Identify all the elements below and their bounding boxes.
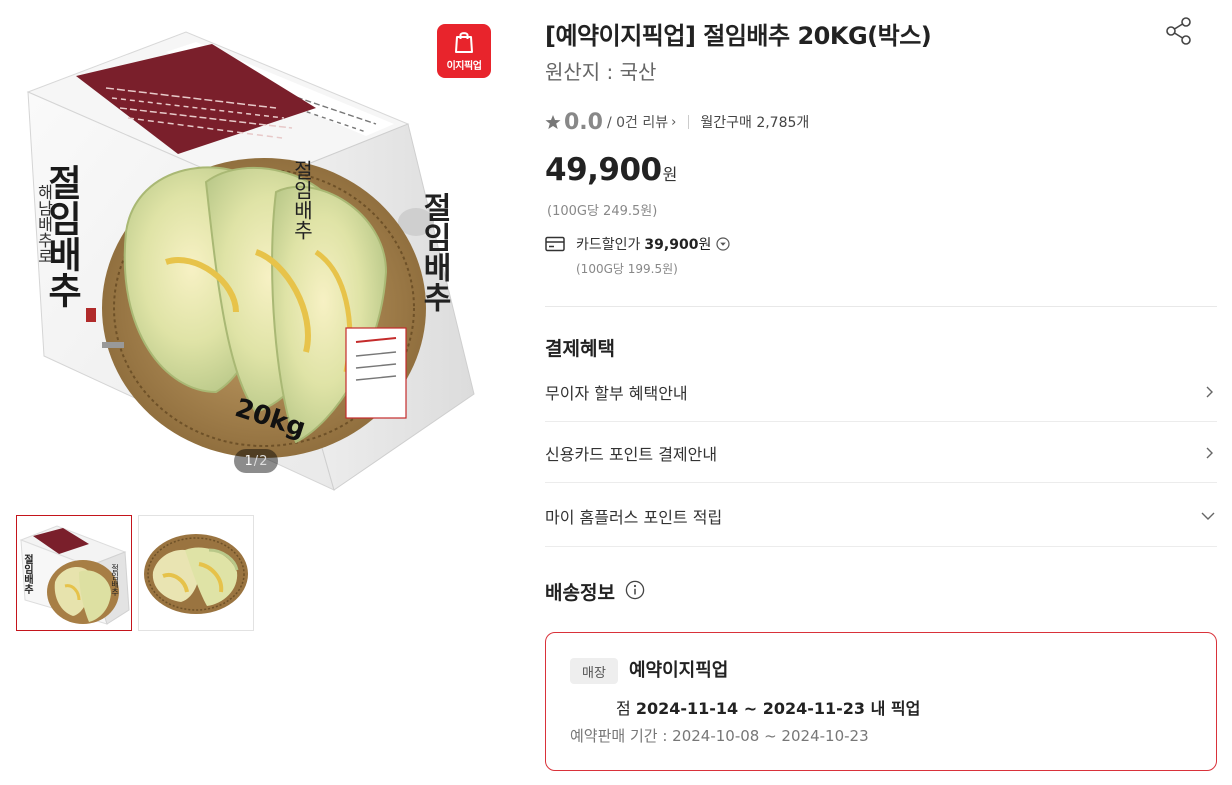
box-side-brand: 절임배추 bbox=[417, 192, 452, 312]
payment-benefits-title: 결제혜택 bbox=[545, 338, 615, 360]
chevron-right-icon bbox=[1206, 447, 1213, 458]
section-divider bbox=[545, 306, 1217, 307]
badge-label: 이지픽업 bbox=[446, 61, 482, 72]
benefit-installment[interactable]: 무이자 할부 혜택안내 bbox=[545, 362, 1217, 422]
card-discount-currency: 원 bbox=[698, 237, 712, 253]
delivery-info-title: 배송정보 bbox=[545, 582, 615, 604]
thumbnail-list: 절임배추 절임배추 bbox=[16, 515, 254, 631]
card-discount-row: 카드할인가 39,900원 bbox=[545, 234, 730, 254]
thumbnail-basket[interactable] bbox=[138, 515, 254, 631]
thumbnail-basket-image bbox=[144, 534, 248, 614]
thumbnail-box-image: 절임배추 절임배추 bbox=[19, 525, 130, 625]
svg-text:해남배추로: 해남배추로 bbox=[35, 184, 54, 264]
svg-text:절임배추: 절임배추 bbox=[111, 564, 120, 597]
rating-value: 0.0 bbox=[564, 109, 603, 135]
pickup-date-range: 2024-11-14 ~ 2024-11-23 내 픽업 bbox=[635, 699, 921, 718]
review-link[interactable]: / 0건 리뷰 › bbox=[607, 112, 676, 132]
product-gallery: 절임배추 절임배추 해남배추로 절임배추 20kg 이지픽업 1 / 2 bbox=[16, 12, 508, 504]
store-tag: 매장 bbox=[570, 658, 618, 684]
card-discount-value: 39,900 bbox=[644, 237, 699, 253]
product-origin: 원산지 : 국산 bbox=[545, 60, 657, 84]
benefit-homeplus-points[interactable]: 마이 홈플러스 포인트 적립 bbox=[545, 485, 1217, 547]
divider bbox=[688, 115, 690, 129]
easy-pickup-badge: 이지픽업 bbox=[437, 24, 491, 78]
reservation-sale-period: 예약판매 기간 : 2024-10-08 ~ 2024-10-23 bbox=[570, 727, 869, 745]
sale-price: 49,900 bbox=[545, 152, 662, 188]
star-icon bbox=[545, 115, 561, 129]
card-discount-label: 카드할인가 bbox=[576, 237, 641, 253]
info-icon[interactable] bbox=[625, 580, 645, 600]
benefit-card-points[interactable]: 신용카드 포인트 결제안내 bbox=[545, 423, 1217, 483]
pickup-option-card[interactable]: 매장 예약이지픽업 점 2024-11-14 ~ 2024-11-23 내 픽업… bbox=[545, 632, 1217, 771]
pickup-name: 예약이지픽업 bbox=[629, 660, 729, 681]
pager-separator: / bbox=[253, 453, 259, 469]
chevron-down-circle-icon[interactable] bbox=[716, 237, 730, 251]
price-currency: 원 bbox=[662, 165, 678, 184]
card-unit-price: (100G당 199.5원) bbox=[576, 262, 678, 276]
card-discount-price: 39,900원 bbox=[644, 234, 711, 254]
product-main-image[interactable]: 절임배추 절임배추 해남배추로 절임배추 20kg bbox=[16, 12, 508, 504]
review-count: / 0건 리뷰 bbox=[606, 115, 669, 131]
unit-price: (100G당 249.5원) bbox=[547, 204, 658, 219]
thumbnail-box[interactable]: 절임배추 절임배추 bbox=[16, 515, 132, 631]
benefit-label: 마이 홈플러스 포인트 적립 bbox=[545, 507, 723, 527]
monthly-sales: 월간구매 2,785개 bbox=[700, 115, 810, 131]
credit-card-icon bbox=[545, 236, 565, 252]
benefit-label: 신용카드 포인트 결제안내 bbox=[545, 444, 718, 464]
benefit-label: 무이자 할부 혜택안내 bbox=[545, 383, 688, 403]
image-pager: 1 / 2 bbox=[234, 449, 278, 473]
chevron-right-icon bbox=[1206, 386, 1213, 397]
pager-total: 2 bbox=[259, 453, 268, 469]
chevron-down-icon bbox=[1201, 512, 1215, 520]
svg-text:절임배추: 절임배추 bbox=[290, 160, 314, 240]
product-title: [예약이지픽업] 절임배추 20KG(박스) bbox=[545, 22, 932, 50]
share-icon[interactable] bbox=[1165, 16, 1193, 46]
pickup-period: 점 2024-11-14 ~ 2024-11-23 내 픽업 bbox=[616, 695, 920, 719]
svg-text:절임배추: 절임배추 bbox=[22, 553, 34, 595]
shopping-bag-icon bbox=[455, 32, 473, 53]
price-row: 49,900 원 bbox=[545, 152, 677, 188]
chevron-right-icon: › bbox=[671, 114, 677, 130]
pager-current: 1 bbox=[244, 453, 253, 469]
pickup-store-suffix: 점 bbox=[616, 699, 631, 718]
rating-row: 0.0 / 0건 리뷰 › 월간구매 2,785개 bbox=[545, 108, 809, 136]
